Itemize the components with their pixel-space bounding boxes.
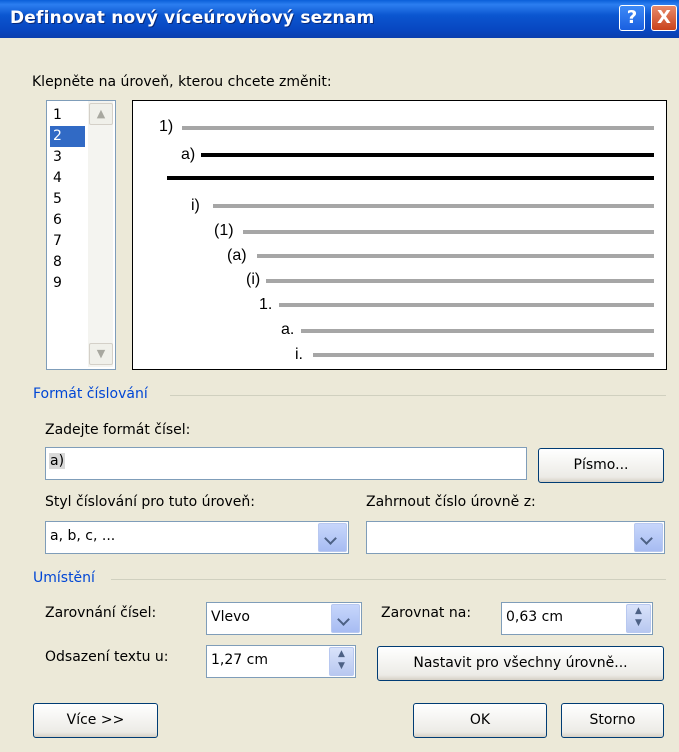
include-level-dropdown[interactable]: [366, 521, 665, 554]
preview-label-2: a): [181, 146, 196, 163]
preview-line-4: [243, 230, 654, 234]
level-item-2[interactable]: 2: [50, 126, 85, 147]
list-preview: 1) a) i) (1) (a) (i) 1. a. i.: [132, 100, 667, 370]
alignment-dropdown[interactable]: Vlevo: [206, 602, 362, 635]
level-item-7[interactable]: 7: [50, 231, 85, 252]
spinner-icon[interactable]: ▲ ▼: [626, 604, 651, 633]
preview-label-5: (a): [227, 247, 247, 264]
preview-label-9: i.: [295, 346, 303, 363]
cancel-button[interactable]: Storno: [561, 703, 664, 738]
format-input-value[interactable]: a): [49, 453, 66, 469]
scroll-down-icon[interactable]: ▼: [89, 343, 113, 365]
set-all-levels-button[interactable]: Nastavit pro všechny úrovně...: [377, 646, 664, 681]
scroll-up-icon[interactable]: ▲: [89, 103, 113, 125]
dialog-title: Definovat nový víceúrovňový seznam: [10, 8, 375, 28]
help-button[interactable]: ?: [619, 5, 645, 31]
align-at-value[interactable]: 0,63 cm: [506, 609, 563, 625]
font-button[interactable]: Písmo...: [538, 448, 664, 483]
align-at-input[interactable]: 0,63 cm ▲ ▼: [501, 602, 653, 635]
ok-button[interactable]: OK: [413, 703, 547, 738]
preview-label-3: i): [191, 197, 200, 214]
title-bar: Definovat nový víceúrovňový seznam ? X: [0, 0, 679, 38]
chevron-down-icon[interactable]: [318, 523, 347, 552]
style-label: Styl číslování pro tuto úroveň:: [45, 494, 256, 510]
chevron-down-icon[interactable]: [331, 604, 360, 633]
level-item-8[interactable]: 8: [50, 252, 85, 273]
preview-line-3: [213, 204, 654, 208]
chevron-down-icon[interactable]: [634, 523, 663, 552]
preview-label-7: 1.: [259, 296, 273, 313]
level-item-4[interactable]: 4: [50, 168, 85, 189]
preview-line-6: [266, 279, 654, 283]
format-input[interactable]: a): [45, 447, 527, 480]
preview-line-8: [301, 329, 654, 333]
close-button[interactable]: X: [651, 5, 677, 31]
alignment-label: Zarovnání čísel:: [45, 605, 157, 621]
preview-line-9: [313, 353, 654, 357]
preview-label-4: (1): [214, 222, 234, 239]
level-item-9[interactable]: 9: [50, 273, 85, 294]
level-item-5[interactable]: 5: [50, 189, 85, 210]
numbering-format-group-title: Formát číslování: [33, 386, 148, 402]
group-divider: [111, 579, 666, 580]
include-level-label: Zahrnout číslo úrovně z:: [366, 494, 536, 510]
more-button[interactable]: Více >>: [33, 703, 158, 738]
format-label: Zadejte formát čísel:: [45, 422, 191, 438]
indent-label: Odsazení textu u:: [45, 649, 169, 665]
preview-label-6: (i): [246, 271, 261, 288]
preview-label-8: a.: [281, 321, 295, 338]
position-group-title: Umístění: [33, 570, 95, 586]
style-dropdown[interactable]: a, b, c, ...: [45, 521, 349, 554]
levels-prompt: Klepněte na úroveň, kterou chcete změnit…: [32, 74, 332, 90]
level-list-scrollbar[interactable]: ▲ ▼: [88, 101, 113, 367]
group-divider: [170, 395, 666, 396]
preview-line-7: [279, 303, 654, 307]
level-item-6[interactable]: 6: [50, 210, 85, 231]
style-dropdown-value: a, b, c, ...: [50, 528, 116, 544]
preview-label-1: 1): [159, 118, 174, 135]
alignment-value: Vlevo: [211, 609, 250, 625]
level-item-3[interactable]: 3: [50, 147, 85, 168]
preview-line-5: [257, 254, 654, 258]
align-at-label: Zarovnat na:: [381, 605, 472, 621]
preview-line-2: [201, 153, 654, 157]
preview-line-2b: [167, 176, 654, 180]
indent-value[interactable]: 1,27 cm: [211, 652, 268, 668]
preview-line-1: [182, 126, 654, 130]
level-item-1[interactable]: 1: [50, 105, 85, 126]
indent-input[interactable]: 1,27 cm ▲ ▼: [206, 645, 356, 678]
spinner-icon[interactable]: ▲ ▼: [329, 647, 354, 676]
